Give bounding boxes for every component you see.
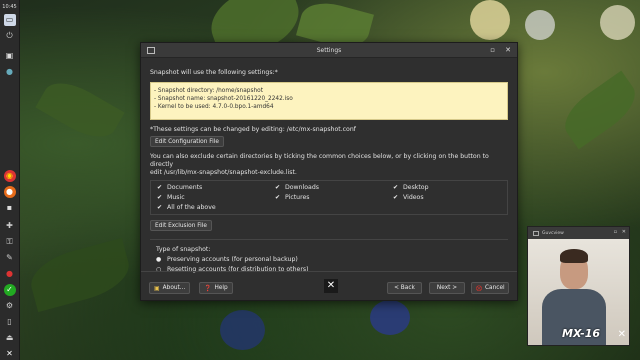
wallpaper-flower (525, 10, 555, 40)
help-icon: ❓ (204, 284, 212, 292)
config-note: *These settings can be changed by editin… (150, 126, 356, 133)
about-label: About... (162, 284, 186, 291)
wallpaper-flower (220, 310, 265, 350)
radio-preserving[interactable]: ● Preserving accounts (for personal backu… (156, 256, 508, 263)
info-line: - Snapshot name: snapshot-20161220_2242.… (154, 96, 293, 102)
info-icon: ▣ (154, 284, 160, 292)
cancel-icon: ⨂ (476, 284, 482, 292)
checkbox-all[interactable]: ✔ All of the above (157, 203, 275, 212)
shield-icon[interactable]: ● (4, 268, 16, 280)
info-line: - Kernel to be used: 4.7.0-0.bpo.1-amd64 (154, 104, 274, 110)
left-panel: 10:45 ▭ ⏻ ▣ ● ◉ ● ▪ ✚ ⚿ ✎ ● ✓ ⚙ ▯ ⏏ ✕ (0, 0, 20, 360)
exclude-description-line: You can also exclude certain directories… (150, 153, 489, 168)
snapshot-type-label: Type of snapshot: (156, 246, 211, 253)
next-label: Next > (436, 284, 458, 291)
settings-info-box: - Snapshot directory: /home/snapshot - S… (150, 82, 508, 120)
app-icon (533, 230, 539, 236)
wallpaper-leaf (25, 237, 135, 313)
exclude-description-line: edit /usr/lib/mx-snapshot/snapshot-exclu… (150, 169, 297, 176)
settings-icon[interactable]: ✎ (4, 252, 16, 264)
checkmark-icon: ✔ (157, 194, 163, 201)
globe-icon[interactable]: ● (4, 66, 16, 78)
exclude-checkbox-group: ✔ Documents ✔ Downloads ✔ Desktop ✔ Music ✔ P… (150, 180, 508, 215)
edit-exclusion-button[interactable]: Edit Exclusion File (150, 220, 212, 231)
checkbox-label: Desktop (403, 184, 429, 191)
maximize-icon[interactable]: ▫ (490, 46, 495, 54)
checkmark-icon: ✔ (393, 194, 399, 201)
wallpaper-flower (600, 5, 635, 40)
checkbox-desktop[interactable]: ✔ Desktop (393, 183, 511, 192)
settings-window: Settings ▫ ✕ Snapshot will use the follo… (140, 42, 518, 301)
chrome-icon[interactable]: ◉ (3, 170, 16, 182)
eject-icon[interactable]: ⏏ (4, 332, 16, 344)
exclude-description: You can also exclude certain directories… (150, 153, 508, 177)
checkbox-label: All of the above (167, 204, 216, 211)
radio-label: Preserving accounts (for personal backup… (167, 256, 298, 263)
window-title: Settings (316, 46, 342, 54)
next-button[interactable]: Next > (429, 282, 465, 294)
window-content: Snapshot will use the following settings… (141, 58, 517, 301)
clock: 10:45 (2, 4, 17, 10)
key-icon[interactable]: ⚿ (4, 236, 16, 248)
wallpaper-leaf (555, 70, 640, 150)
back-button[interactable]: < Back (387, 282, 422, 294)
computer-icon[interactable]: ▣ (4, 50, 16, 62)
checkbox-documents[interactable]: ✔ Documents (157, 183, 275, 192)
check-icon[interactable]: ✓ (3, 284, 16, 296)
title-bar: Settings ▫ ✕ (141, 43, 517, 58)
cancel-label: Cancel (485, 284, 505, 291)
checkmark-icon: ✔ (393, 184, 399, 191)
mx-logo-icon: ✕ (324, 279, 338, 293)
checkmark-icon: ✔ (157, 184, 163, 191)
cancel-button[interactable]: ⨂ Cancel (471, 282, 509, 294)
help-label: Help (214, 284, 228, 291)
power-icon[interactable]: ⏻ (4, 30, 16, 42)
wallpaper-leaf (35, 72, 125, 148)
radio-selected-icon: ● (156, 256, 162, 263)
mx-logo-icon[interactable]: ✕ (4, 348, 16, 360)
checkbox-label: Videos (403, 194, 424, 201)
webcam-title-bar: Guvcview ▫ ✕ (528, 227, 629, 239)
mx-brand-icon: ✕ (617, 329, 626, 340)
checkbox-videos[interactable]: ✔ Videos (393, 193, 511, 202)
checkmark-icon: ✔ (275, 194, 281, 201)
checkmark-icon: ✔ (157, 204, 163, 211)
person-hair (560, 249, 588, 263)
mx-brand-label: MX-16 (562, 327, 600, 340)
puzzle-icon[interactable]: ✚ (4, 220, 16, 232)
edit-config-button[interactable]: Edit Configuration File (150, 136, 224, 147)
gear-icon[interactable]: ⚙ (4, 300, 16, 312)
checkbox-label: Music (167, 194, 185, 201)
checkmark-icon: ✔ (275, 184, 281, 191)
checkbox-music[interactable]: ✔ Music (157, 193, 275, 202)
back-label: < Back (394, 284, 415, 291)
close-icon[interactable]: ✕ (505, 46, 511, 54)
help-button[interactable]: ❓ Help (199, 282, 233, 294)
checkbox-label: Downloads (285, 184, 319, 191)
info-line: - Snapshot directory: /home/snapshot (154, 88, 263, 94)
intro-text: Snapshot will use the following settings… (150, 69, 278, 76)
lock-icon[interactable]: ▪ (4, 202, 16, 214)
webcam-title: Guvcview (542, 230, 564, 236)
firefox-icon[interactable]: ● (3, 186, 16, 198)
checkbox-label: Documents (167, 184, 203, 191)
window-icon[interactable]: ▭ (3, 14, 16, 26)
wallpaper-flower (370, 300, 410, 335)
about-button[interactable]: ▣ About... (149, 282, 191, 294)
button-bar: ▣ About... ❓ Help ✕ < Back Next > ⨂ Canc… (141, 271, 517, 301)
checkbox-label: Pictures (285, 194, 310, 201)
checkbox-pictures[interactable]: ✔ Pictures (275, 193, 393, 202)
divider (150, 239, 508, 240)
checkbox-downloads[interactable]: ✔ Downloads (275, 183, 393, 192)
close-icon[interactable]: ✕ (622, 229, 626, 235)
clipboard-icon[interactable]: ▯ (4, 316, 16, 328)
maximize-icon[interactable]: ▫ (614, 229, 617, 235)
wallpaper-flower (470, 0, 510, 40)
